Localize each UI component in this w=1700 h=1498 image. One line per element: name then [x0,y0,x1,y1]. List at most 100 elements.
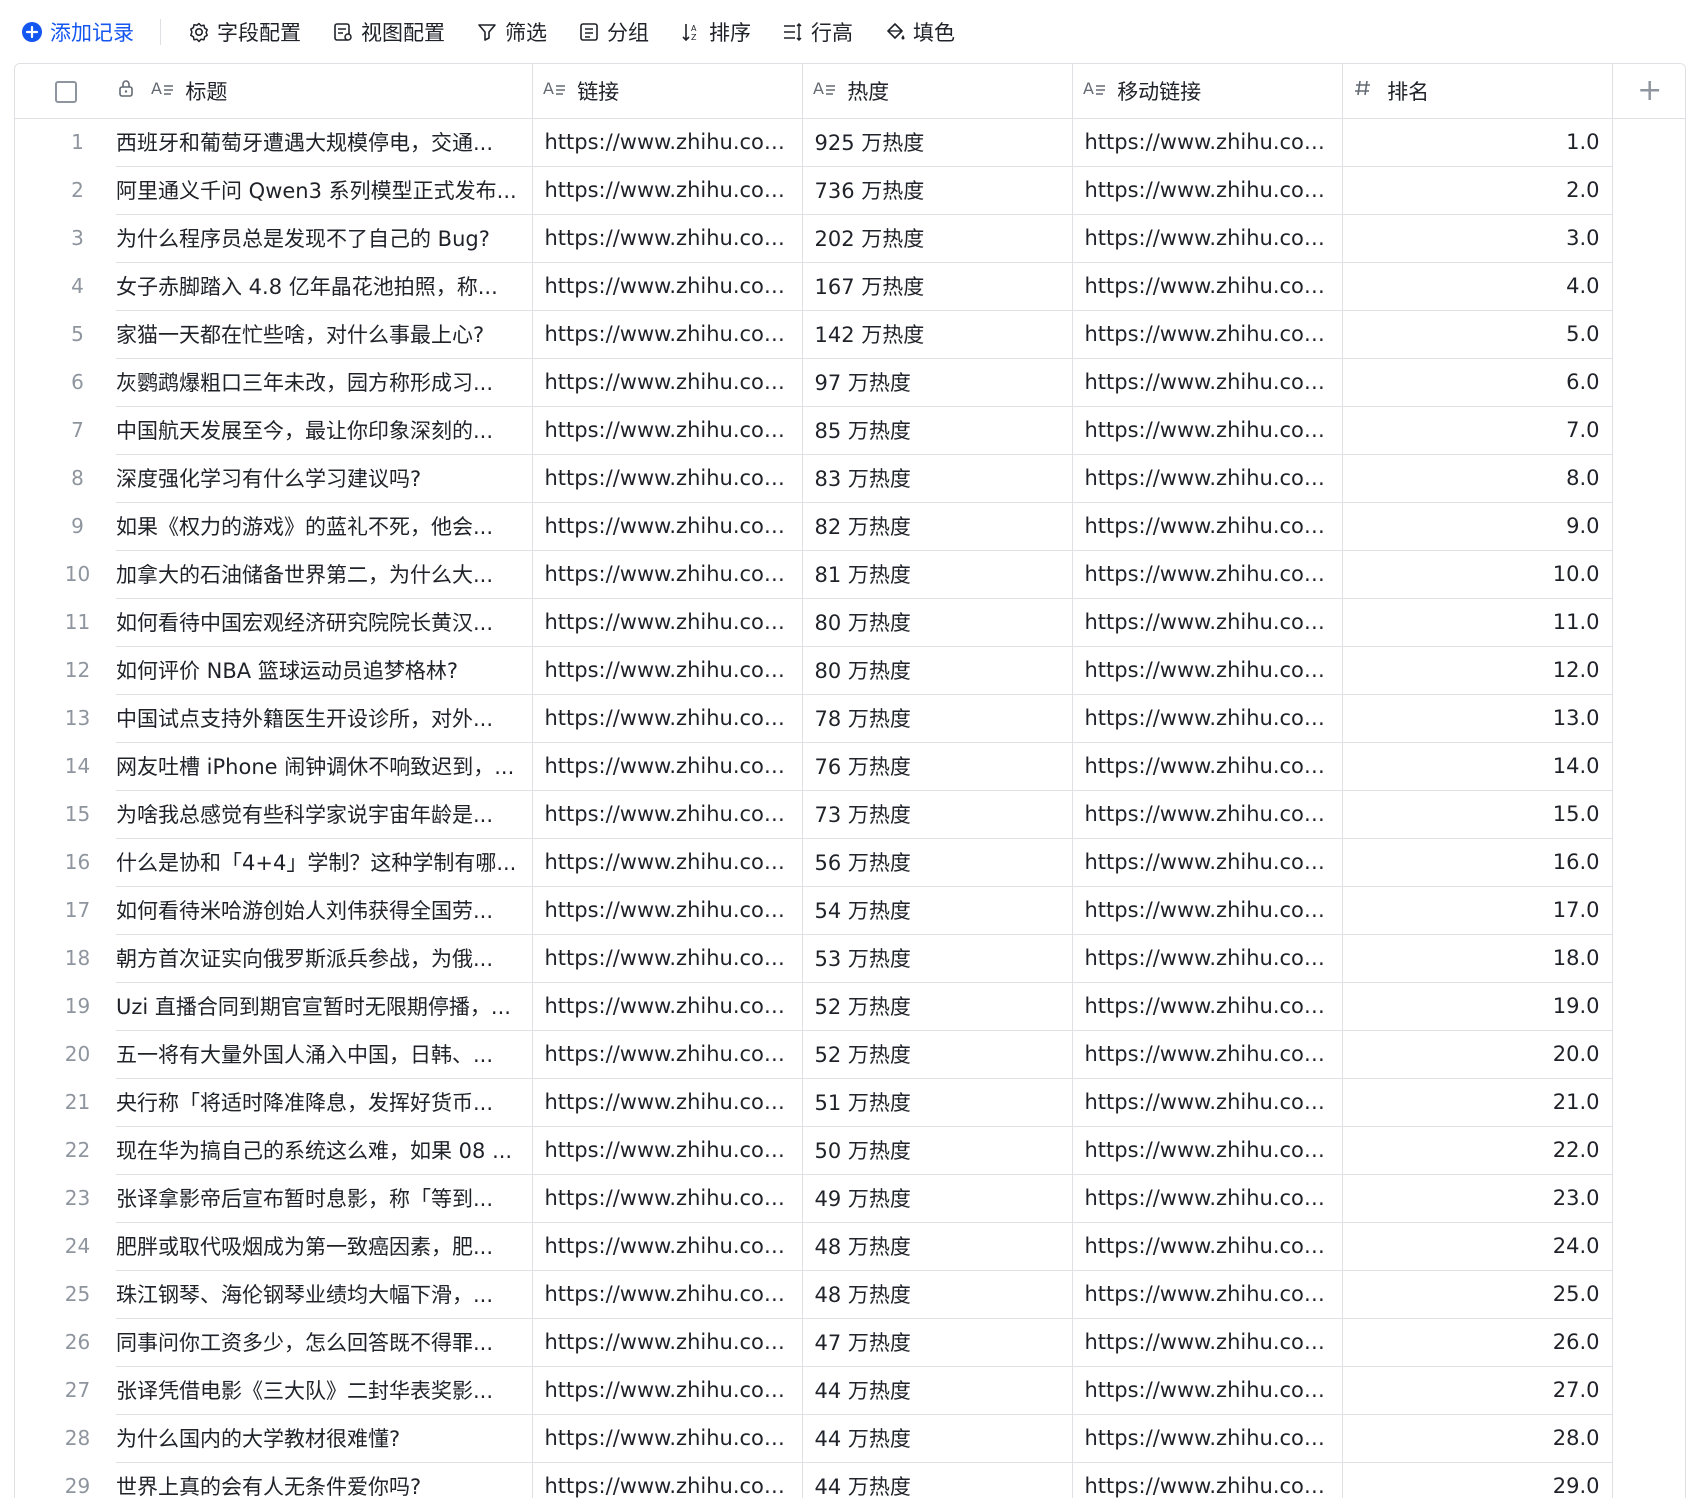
cell-link[interactable]: https://www.zhihu.com/... [532,838,803,887]
cell-link[interactable]: https://www.zhihu.com/... [532,646,803,695]
cell-link[interactable]: https://www.zhihu.com/... [532,934,803,983]
table-row[interactable]: 21 央行称「将适时降准降息，发挥好货币... https://www.zhihu.… [15,1078,1685,1127]
cell-mobile-link[interactable]: https://www.zhihu.com/... [1072,742,1343,791]
cell-link[interactable]: https://www.zhihu.com/... [532,742,803,791]
cell-mobile-link[interactable]: https://www.zhihu.com/... [1072,166,1343,215]
cell-heat[interactable]: 142 万热度 [802,310,1073,359]
cell-title[interactable]: 如何看待中国宏观经济研究院院长黄汉... [116,598,533,647]
column-header-mobile-link[interactable]: A 移动链接 [1072,64,1343,119]
fill-color-button[interactable]: 填色 [883,12,955,52]
cell-rank[interactable]: 25.0 [1342,1270,1613,1319]
cell-heat[interactable]: 925 万热度 [802,118,1073,167]
cell-mobile-link[interactable]: https://www.zhihu.com/... [1072,838,1343,887]
filter-button[interactable]: 筛选 [475,12,547,52]
cell-rank[interactable]: 22.0 [1342,1126,1613,1175]
cell-heat[interactable]: 48 万热度 [802,1270,1073,1319]
cell-mobile-link[interactable]: https://www.zhihu.com/... [1072,1078,1343,1127]
cell-title[interactable]: 深度强化学习有什么学习建议吗? [116,454,533,503]
cell-mobile-link[interactable]: https://www.zhihu.com/... [1072,598,1343,647]
field-config-button[interactable]: 字段配置 [187,12,301,52]
cell-mobile-link[interactable]: https://www.zhihu.com/... [1072,1462,1343,1498]
cell-heat[interactable]: 76 万热度 [802,742,1073,791]
cell-rank[interactable]: 8.0 [1342,454,1613,503]
cell-heat[interactable]: 51 万热度 [802,1078,1073,1127]
cell-link[interactable]: https://www.zhihu.com/... [532,694,803,743]
cell-rank[interactable]: 9.0 [1342,502,1613,551]
table-row[interactable]: 13 中国试点支持外籍医生开设诊所，对外... https://www.zhihu.… [15,694,1685,743]
cell-title[interactable]: 中国航天发展至今，最让你印象深刻的... [116,406,533,455]
table-row[interactable]: 11 如何看待中国宏观经济研究院院长黄汉... https://www.zhihu.… [15,598,1685,647]
cell-title[interactable]: 珠江钢琴、海伦钢琴业绩均大幅下滑，... [116,1270,533,1319]
view-config-button[interactable]: 视图配置 [331,12,445,52]
cell-link[interactable]: https://www.zhihu.com/... [532,1078,803,1127]
cell-heat[interactable]: 80 万热度 [802,646,1073,695]
cell-rank[interactable]: 17.0 [1342,886,1613,935]
cell-rank[interactable]: 21.0 [1342,1078,1613,1127]
cell-link[interactable]: https://www.zhihu.com/... [532,1174,803,1223]
cell-link[interactable]: https://www.zhihu.com/... [532,982,803,1031]
cell-heat[interactable]: 56 万热度 [802,838,1073,887]
select-all-header[interactable] [15,64,116,119]
cell-rank[interactable]: 7.0 [1342,406,1613,455]
cell-title[interactable]: 西班牙和葡萄牙遭遇大规模停电，交通... [116,118,533,167]
cell-heat[interactable]: 78 万热度 [802,694,1073,743]
cell-mobile-link[interactable]: https://www.zhihu.com/... [1072,550,1343,599]
cell-mobile-link[interactable]: https://www.zhihu.com/... [1072,118,1343,167]
cell-rank[interactable]: 23.0 [1342,1174,1613,1223]
cell-heat[interactable]: 50 万热度 [802,1126,1073,1175]
cell-rank[interactable]: 1.0 [1342,118,1613,167]
cell-title[interactable]: 五一将有大量外国人涌入中国，日韩、... [116,1030,533,1079]
cell-mobile-link[interactable]: https://www.zhihu.com/... [1072,1222,1343,1271]
table-row[interactable]: 14 网友吐槽 iPhone 闹钟调休不响致迟到，... https://www.z… [15,742,1685,791]
cell-rank[interactable]: 27.0 [1342,1366,1613,1415]
cell-title[interactable]: 如果《权力的游戏》的蓝礼不死，他会... [116,502,533,551]
table-row[interactable]: 25 珠江钢琴、海伦钢琴业绩均大幅下滑，... https://www.zhihu.… [15,1270,1685,1319]
cell-title[interactable]: 加拿大的石油储备世界第二，为什么大... [116,550,533,599]
table-row[interactable]: 4 女子赤脚踏入 4.8 亿年晶花池拍照，称... https://www.zhih… [15,262,1685,311]
table-row[interactable]: 3 为什么程序员总是发现不了自己的 Bug? https://www.zhihu.c… [15,214,1685,263]
cell-mobile-link[interactable]: https://www.zhihu.com/... [1072,1318,1343,1367]
cell-title[interactable]: 家猫一天都在忙些啥，对什么事最上心? [116,310,533,359]
cell-title[interactable]: 阿里通义千问 Qwen3 系列模型正式发布... [116,166,533,215]
cell-heat[interactable]: 53 万热度 [802,934,1073,983]
cell-title[interactable]: 为什么国内的大学教材很难懂? [116,1414,533,1463]
table-row[interactable]: 29 世界上真的会有人无条件爱你吗? https://www.zhihu.com/.… [15,1462,1685,1498]
cell-mobile-link[interactable]: https://www.zhihu.com/... [1072,358,1343,407]
cell-mobile-link[interactable]: https://www.zhihu.com/... [1072,934,1343,983]
cell-title[interactable]: 世界上真的会有人无条件爱你吗? [116,1462,533,1498]
table-row[interactable]: 20 五一将有大量外国人涌入中国，日韩、... https://www.zhihu.… [15,1030,1685,1079]
cell-title[interactable]: 中国试点支持外籍医生开设诊所，对外... [116,694,533,743]
cell-title[interactable]: 为啥我总感觉有些科学家说宇宙年龄是... [116,790,533,839]
cell-rank[interactable]: 11.0 [1342,598,1613,647]
cell-link[interactable]: https://www.zhihu.com/... [532,550,803,599]
cell-mobile-link[interactable]: https://www.zhihu.com/... [1072,646,1343,695]
cell-link[interactable]: https://www.zhihu.com/... [532,1462,803,1498]
cell-link[interactable]: https://www.zhihu.com/... [532,1270,803,1319]
cell-title[interactable]: 为什么程序员总是发现不了自己的 Bug? [116,214,533,263]
cell-heat[interactable]: 47 万热度 [802,1318,1073,1367]
cell-heat[interactable]: 736 万热度 [802,166,1073,215]
cell-title[interactable]: 女子赤脚踏入 4.8 亿年晶花池拍照，称... [116,262,533,311]
cell-heat[interactable]: 202 万热度 [802,214,1073,263]
table-row[interactable]: 10 加拿大的石油储备世界第二，为什么大... https://www.zhihu.… [15,550,1685,599]
cell-link[interactable]: https://www.zhihu.com/... [532,1030,803,1079]
cell-link[interactable]: https://www.zhihu.com/... [532,310,803,359]
table-row[interactable]: 12 如何评价 NBA 篮球运动员追梦格林? https://www.zhihu.c… [15,646,1685,695]
cell-link[interactable]: https://www.zhihu.com/... [532,790,803,839]
cell-title[interactable]: 现在华为搞自己的系统这么难，如果 08 ... [116,1126,533,1175]
sort-button[interactable]: AZ 排序 [679,12,751,52]
cell-rank[interactable]: 5.0 [1342,310,1613,359]
cell-rank[interactable]: 24.0 [1342,1222,1613,1271]
table-row[interactable]: 28 为什么国内的大学教材很难懂? https://www.zhihu.com/..… [15,1414,1685,1463]
cell-heat[interactable]: 49 万热度 [802,1174,1073,1223]
cell-title[interactable]: 张译拿影帝后宣布暂时息影，称「等到... [116,1174,533,1223]
table-row[interactable]: 9 如果《权力的游戏》的蓝礼不死，他会... https://www.zhihu.c… [15,502,1685,551]
table-row[interactable]: 1 西班牙和葡萄牙遭遇大规模停电，交通... https://www.zhihu.c… [15,118,1685,167]
cell-link[interactable]: https://www.zhihu.com/... [532,1126,803,1175]
cell-link[interactable]: https://www.zhihu.com/... [532,214,803,263]
cell-rank[interactable]: 19.0 [1342,982,1613,1031]
add-column-button[interactable]: + [1612,64,1685,119]
cell-heat[interactable]: 44 万热度 [802,1366,1073,1415]
cell-rank[interactable]: 14.0 [1342,742,1613,791]
cell-title[interactable]: 如何看待米哈游创始人刘伟获得全国劳... [116,886,533,935]
